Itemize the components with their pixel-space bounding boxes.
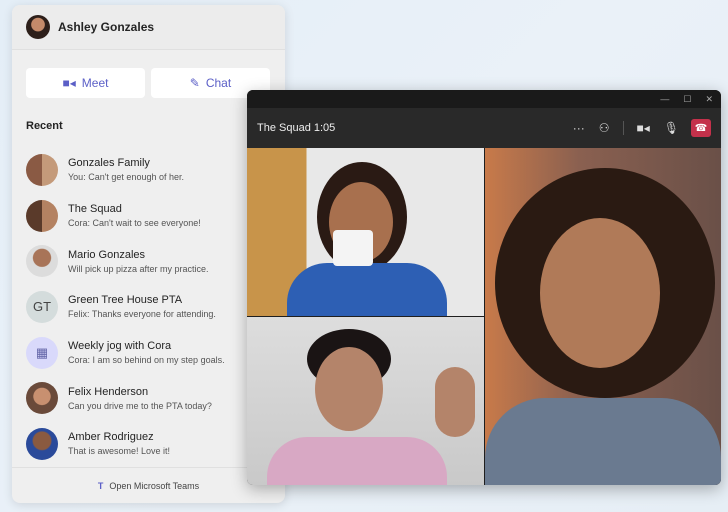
chat-preview: Will pick up pizza after my practice. <box>68 263 209 274</box>
chat-preview: Can you drive me to the PTA today? <box>68 400 212 411</box>
camera-icon[interactable]: ■◂ <box>623 121 650 135</box>
chat-name: Amber Rodriguez <box>68 431 154 444</box>
avatar <box>26 427 58 460</box>
maximize-icon[interactable]: ☐ <box>683 94 691 105</box>
hang-up-button[interactable]: ☎ <box>691 119 711 137</box>
call-toolbar: The Squad 1:05 ··· ⚇ ■◂ 🎙︎ ☎ <box>247 108 721 148</box>
calendar-icon: ▦ <box>26 336 58 369</box>
chat-preview: That is awesome! Love it! <box>68 446 171 457</box>
chat-name: Felix Henderson <box>68 385 149 398</box>
chat-label: Chat <box>205 76 232 90</box>
call-title: The Squad 1:05 <box>257 122 336 134</box>
teams-logo-icon: T <box>97 480 104 491</box>
microphone-icon[interactable]: 🎙︎ <box>664 121 679 135</box>
user-avatar[interactable] <box>26 15 50 39</box>
meet-label: Meet <box>81 76 109 90</box>
chat-name: Gonzales Family <box>68 157 150 170</box>
chat-preview: You: Can't get enough of her. <box>68 172 184 183</box>
chat-name: Weekly jog with Cora <box>68 340 172 353</box>
add-people-icon[interactable]: ⚇ <box>599 121 610 135</box>
teams-chat-panel: Ashley Gonzales ■◂ Meet ✎ Chat Recent Gonz… <box>12 5 285 503</box>
recent-heading: Recent <box>26 120 63 132</box>
avatar <box>26 153 58 186</box>
chat-name: Mario Gonzales <box>68 248 146 261</box>
chat-preview: Felix: Thanks everyone for attending. <box>68 309 216 320</box>
more-options-icon[interactable]: ··· <box>573 121 585 135</box>
chat-preview: Cora: Can't wait to see everyone! <box>68 218 201 229</box>
chat-name: The Squad <box>68 203 122 216</box>
avatar <box>26 245 58 278</box>
user-name: Ashley Gonzales <box>58 20 155 34</box>
compose-icon: ✎ <box>189 76 200 90</box>
avatar: GT <box>26 290 58 323</box>
open-teams-label: Open Microsoft Teams <box>109 480 200 491</box>
close-icon[interactable]: ✕ <box>705 94 713 105</box>
open-teams-link[interactable]: T Open Microsoft Teams <box>12 467 285 503</box>
panel-header: Ashley Gonzales <box>12 5 285 50</box>
video-tile-felix <box>247 317 484 485</box>
call-window: — ☐ ✕ The Squad 1:05 ··· ⚇ ■◂ 🎙︎ ☎ <box>247 90 721 485</box>
chat-preview: Cora: I am so behind on my step goals. <box>68 355 225 366</box>
chat-name: Green Tree House PTA <box>68 294 183 307</box>
minimize-icon[interactable]: — <box>660 94 669 104</box>
video-tile-amber <box>247 148 484 316</box>
meet-button[interactable]: ■◂ Meet <box>26 68 145 98</box>
avatar <box>26 199 58 232</box>
avatar <box>26 382 58 415</box>
window-titlebar: — ☐ ✕ <box>247 90 721 108</box>
video-tile-cora <box>485 148 721 485</box>
video-camera-icon: ■◂ <box>62 76 76 90</box>
